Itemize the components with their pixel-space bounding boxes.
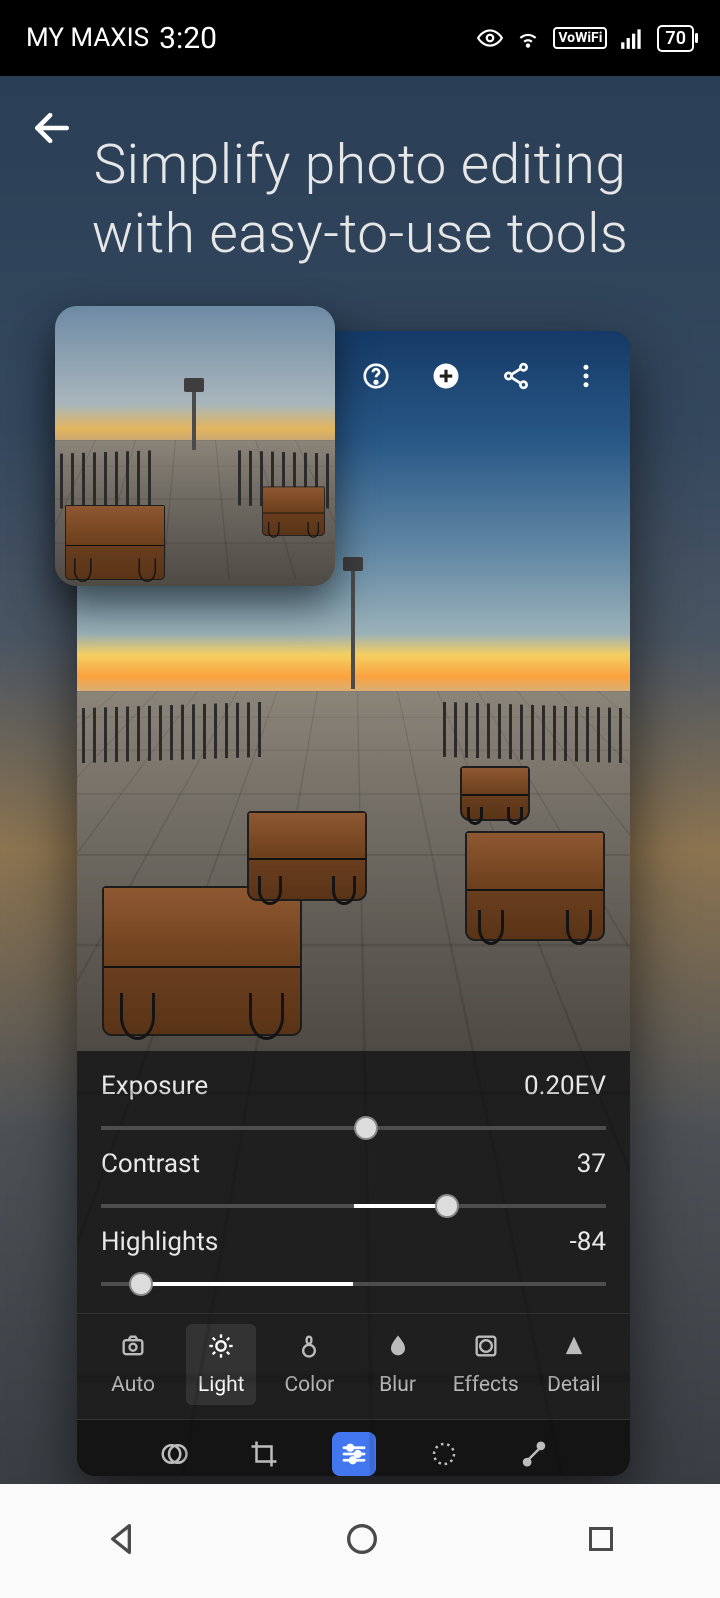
- eye-icon: [477, 25, 503, 51]
- slider-track-exposure[interactable]: [101, 1113, 606, 1143]
- os-nav-bar: [0, 1484, 720, 1598]
- slider-track-highlights[interactable]: [101, 1269, 606, 1299]
- clock: 3:20: [159, 21, 217, 56]
- battery-icon: 70: [657, 25, 694, 52]
- nav-recent-icon[interactable]: [583, 1521, 619, 1561]
- original-thumbnail: [55, 306, 335, 586]
- battery-percent: 70: [665, 28, 686, 49]
- promo-headline: Simplify photo editing with easy-to-use …: [0, 131, 720, 269]
- promo-area: Simplify photo editing with easy-to-use …: [0, 76, 720, 1484]
- carrier-label: MY MAXIS: [26, 23, 149, 53]
- share-icon[interactable]: [496, 356, 536, 396]
- more-icon[interactable]: [566, 356, 606, 396]
- help-icon[interactable]: [356, 356, 396, 396]
- slider-value: 37: [577, 1149, 606, 1179]
- headline-line1: Simplify photo editing: [94, 133, 627, 197]
- vowifi-badge: VoWiFi: [553, 27, 607, 49]
- add-icon[interactable]: [426, 356, 466, 396]
- headline-line2: with easy-to-use tools: [92, 202, 629, 266]
- slider-track-contrast[interactable]: [101, 1191, 606, 1221]
- nav-back-icon[interactable]: [101, 1519, 141, 1563]
- signal-icon: [619, 25, 645, 51]
- wifi-icon: [515, 25, 541, 51]
- nav-home-icon[interactable]: [342, 1519, 382, 1563]
- status-bar: MY MAXIS 3:20 VoWiFi 70: [0, 0, 720, 76]
